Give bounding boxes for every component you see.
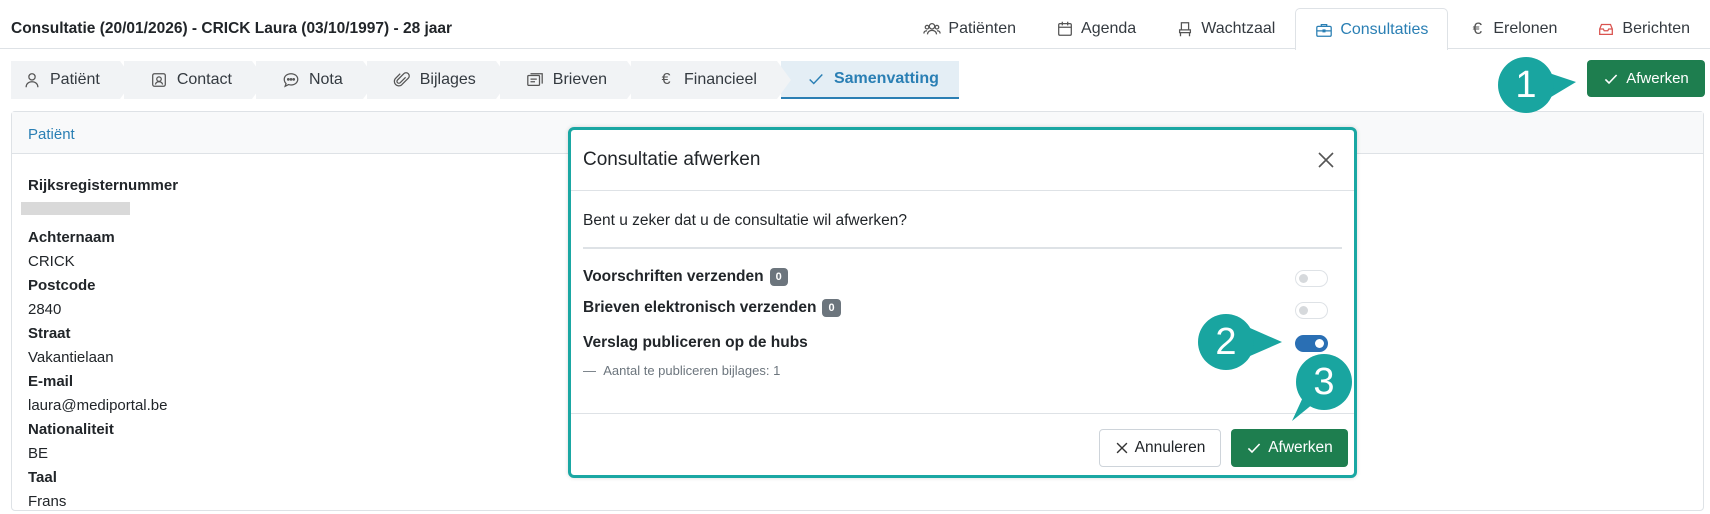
toggle-voorschriften[interactable]: [1295, 270, 1328, 287]
check-icon: [1605, 73, 1618, 84]
field-value: CRICK: [28, 253, 75, 270]
chat-icon: [283, 73, 299, 88]
step-samenvatting[interactable]: Samenvatting: [780, 61, 959, 99]
field-label: Achternaam: [28, 229, 115, 246]
field-value: Vakantielaan: [28, 349, 114, 366]
main-nav: Patiënten Agenda Wachtzaal Consultaties …: [903, 8, 1710, 50]
finish-consultation-modal: Consultatie afwerken Bent u zeker dat u …: [568, 127, 1357, 478]
option-label: Brieven elektronisch verzenden: [583, 299, 817, 316]
euro-icon: €: [661, 71, 671, 88]
top-bar: Consultatie (20/01/2026) - CRICK Laura (…: [0, 0, 1710, 50]
nav-label: Patiënten: [948, 20, 1017, 37]
briefcase-icon: [1316, 23, 1333, 37]
field-value: BE: [28, 445, 49, 462]
nav-label: Wachtzaal: [1201, 20, 1276, 37]
annotation-marker-2: 2: [1198, 314, 1254, 370]
annotation-marker-1: 1: [1498, 57, 1554, 113]
nav-label: Berichten: [1622, 20, 1690, 37]
contact-card-icon: [151, 73, 166, 87]
note-text: Aantal te publiceren bijlages: 1: [603, 363, 781, 378]
attachments-note: — Aantal te publiceren bijlages: 1: [583, 363, 780, 378]
finish-label: Afwerken: [1268, 439, 1333, 456]
cancel-label: Annuleren: [1134, 439, 1206, 456]
field-label: Taal: [28, 469, 57, 486]
field-label: E-mail: [28, 373, 74, 390]
finish-consultation-button[interactable]: Afwerken: [1587, 60, 1705, 97]
step-nota[interactable]: Nota: [255, 61, 377, 99]
step-label: Financieel: [684, 71, 757, 88]
field-label: Postcode: [28, 277, 96, 294]
nav-label: Consultaties: [1340, 20, 1429, 38]
field-value: laura@mediportal.be: [28, 397, 168, 414]
toggle-brieven[interactable]: [1295, 302, 1328, 319]
count-badge: 0: [822, 299, 841, 317]
euro-icon: €: [1472, 19, 1483, 38]
toggle-knob: [1299, 306, 1308, 315]
nav-tab-consultaties[interactable]: Consultaties: [1295, 8, 1449, 50]
step-label: Contact: [176, 71, 232, 88]
nav-label: Agenda: [1081, 20, 1137, 37]
nav-tab-wachtzaal[interactable]: Wachtzaal: [1156, 8, 1295, 49]
annotation-marker-3: 3: [1296, 354, 1352, 410]
step-label: Samenvatting: [833, 70, 939, 87]
step-financieel[interactable]: € Financieel: [631, 61, 791, 99]
consultation-steps: Patiënt Contact Nota Bijlages Brieven € …: [11, 61, 963, 99]
step-contact[interactable]: Contact: [123, 61, 267, 99]
divider: [571, 413, 1354, 414]
modal-question: Bent u zeker dat u de consultatie wil af…: [583, 212, 907, 229]
nav-tab-erelonen[interactable]: € Erelonen: [1448, 8, 1577, 49]
field-value: 2840: [28, 301, 62, 318]
field-label: Nationaliteit: [28, 421, 114, 438]
check-icon: [809, 74, 823, 85]
divider: [571, 190, 1354, 191]
nav-label: Erelonen: [1493, 20, 1558, 37]
modal-title: Consultatie afwerken: [583, 149, 761, 170]
field-value: Frans: [28, 493, 67, 510]
nav-tab-patienten[interactable]: Patiënten: [903, 8, 1036, 49]
toggle-knob: [1315, 339, 1324, 348]
finish-label: Afwerken: [1626, 70, 1689, 87]
letters-icon: [526, 73, 543, 87]
step-bijlages[interactable]: Bijlages: [366, 61, 510, 99]
field-label: Straat: [28, 325, 71, 342]
option-verslag: Verslag publiceren op de hubs: [583, 334, 808, 352]
patient-fields: Rijksregisternummer Achternaam CRICK Pos…: [21, 174, 179, 514]
toggle-knob: [1299, 274, 1308, 283]
chair-icon: [1179, 22, 1192, 37]
field-value-redacted: [21, 198, 178, 226]
modal-finish-button[interactable]: Afwerken: [1231, 429, 1348, 467]
close-icon[interactable]: [1316, 150, 1336, 170]
step-brieven[interactable]: Brieven: [499, 61, 642, 99]
note-dash: —: [583, 363, 596, 378]
step-label: Brieven: [552, 71, 608, 88]
field-label: Rijksregisternummer: [28, 177, 179, 194]
redacted-bar: [21, 202, 130, 215]
paperclip-icon: [393, 72, 410, 87]
step-label: Patiënt: [50, 71, 100, 88]
option-label: Verslag publiceren op de hubs: [583, 334, 808, 351]
person-icon: [25, 73, 39, 88]
option-brieven: Brieven elektronisch verzenden 0: [583, 299, 841, 317]
nav-tab-agenda[interactable]: Agenda: [1036, 8, 1156, 49]
check-icon: [1248, 443, 1261, 454]
count-badge: 0: [769, 268, 788, 286]
users-icon: [923, 22, 942, 35]
close-icon: [1116, 442, 1128, 454]
divider: [583, 247, 1342, 249]
inbox-icon: [1599, 23, 1614, 36]
step-label: Nota: [308, 71, 343, 88]
step-patient[interactable]: Patiënt: [11, 61, 134, 99]
step-label: Bijlages: [419, 71, 476, 88]
nav-tab-berichten[interactable]: Berichten: [1577, 8, 1710, 49]
toggle-verslag[interactable]: [1295, 335, 1328, 352]
option-label: Voorschriften verzenden: [583, 268, 764, 285]
cancel-button[interactable]: Annuleren: [1099, 429, 1221, 467]
page-title: Consultatie (20/01/2026) - CRICK Laura (…: [11, 20, 453, 37]
calendar-icon: [1058, 21, 1072, 36]
option-voorschriften: Voorschriften verzenden 0: [583, 268, 788, 286]
